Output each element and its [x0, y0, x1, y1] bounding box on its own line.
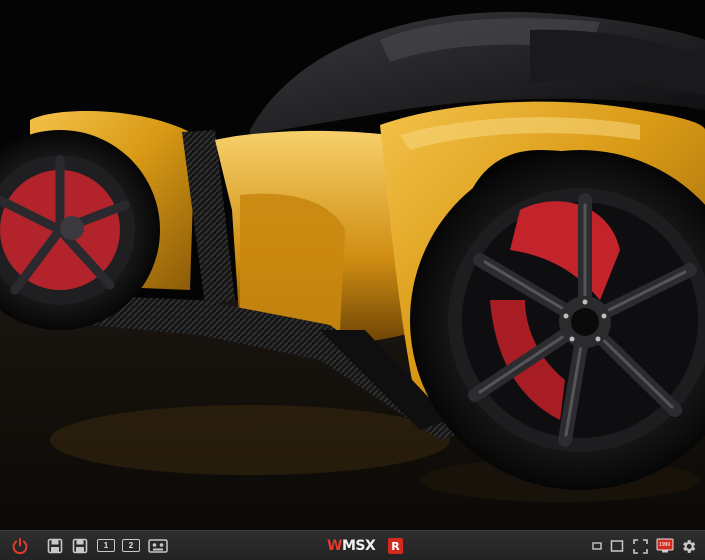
cassette-tape-button[interactable]	[147, 535, 169, 557]
screen-mode-button[interactable]: 1999	[655, 535, 675, 557]
gear-icon	[682, 539, 695, 553]
disk-drive-b-button[interactable]	[70, 535, 90, 557]
wmsx-app: 1 2 WMSX R 1999	[0, 0, 705, 560]
screen-badge-text: 1999	[659, 542, 670, 548]
wmsx-logo[interactable]: WMSX	[327, 538, 376, 554]
cartridge-slot-1-label: 1	[103, 540, 109, 550]
maximize-window-icon	[610, 540, 624, 552]
reset-button[interactable]: R	[388, 538, 403, 554]
disk-drive-a-button[interactable]	[45, 535, 65, 557]
wmsx-logo-w: W	[327, 538, 342, 554]
restore-window-icon	[592, 542, 602, 550]
wmsx-logo-msx: MSX	[341, 538, 376, 554]
maximize-window-button[interactable]	[608, 535, 626, 557]
settings-button[interactable]	[678, 535, 698, 557]
floppy-disk-icon	[72, 538, 88, 554]
cartridge-slot-2-label: 2	[128, 540, 134, 550]
power-icon	[12, 537, 28, 555]
cassette-tape-icon	[148, 539, 168, 553]
floppy-disk-icon	[47, 538, 63, 554]
car-image	[0, 0, 705, 530]
fullscreen-button[interactable]	[631, 535, 649, 557]
reset-button-label: R	[391, 539, 400, 553]
cartridge-slot-1-button[interactable]: 1	[97, 539, 115, 552]
cartridge-slot-2-button[interactable]: 2	[122, 539, 140, 552]
restore-window-button[interactable]	[590, 535, 604, 557]
emulator-screen[interactable]	[0, 0, 705, 530]
power-button[interactable]	[9, 535, 31, 557]
fullscreen-icon	[632, 538, 648, 554]
toolbar: 1 2 WMSX R 1999	[0, 530, 705, 560]
